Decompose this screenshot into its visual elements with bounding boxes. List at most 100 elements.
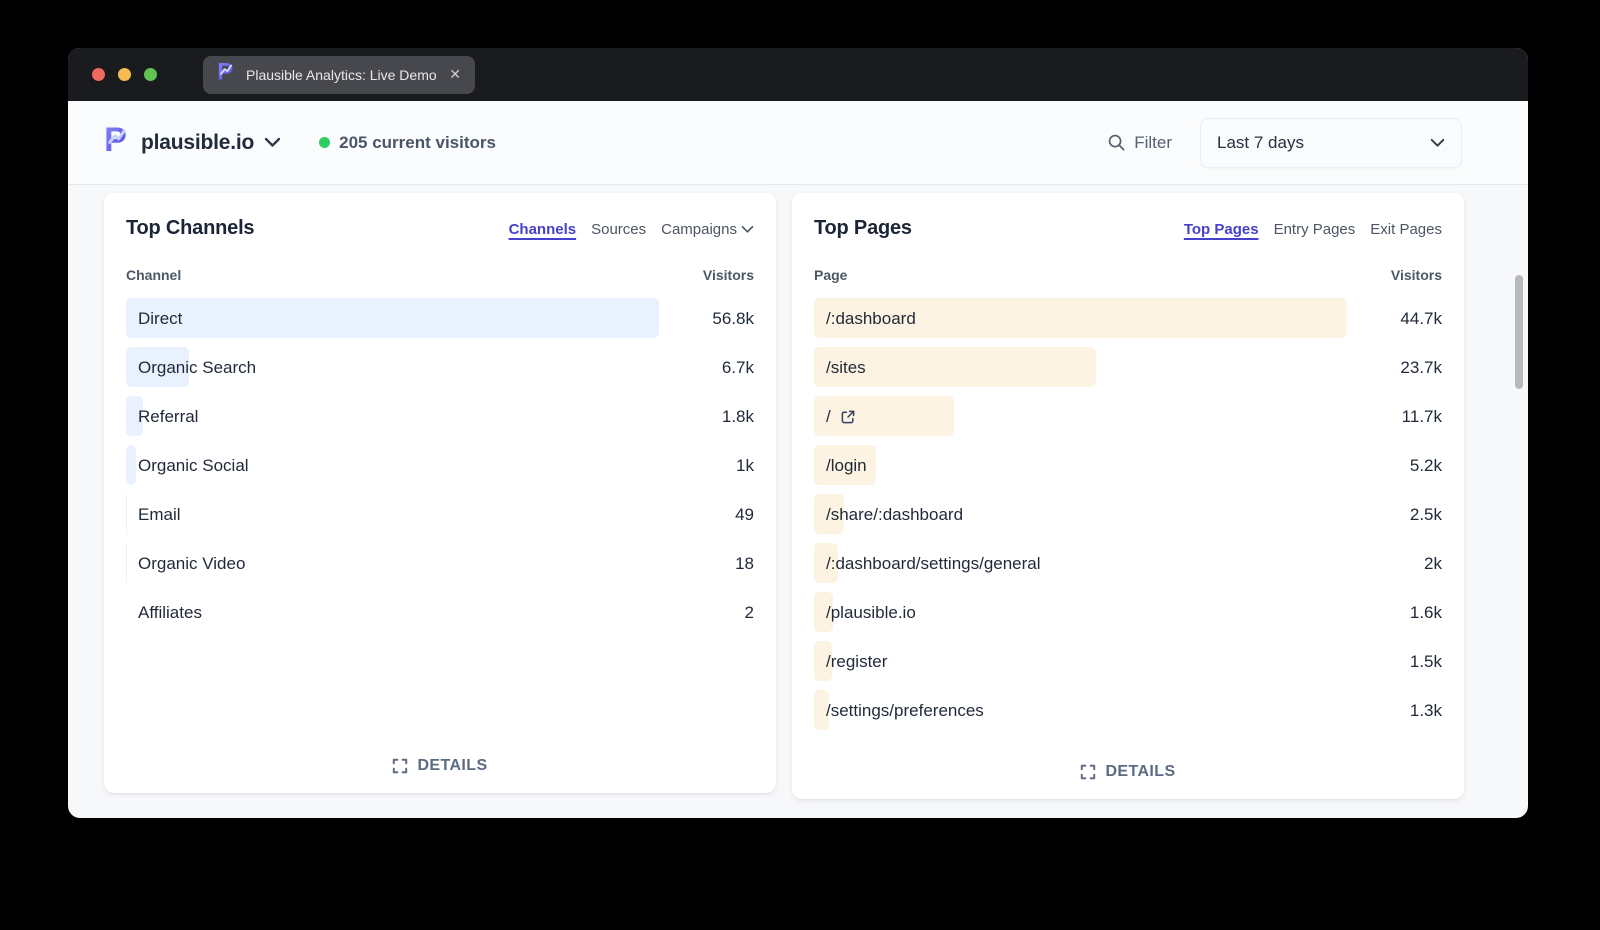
row-value: 23.7k — [1400, 358, 1442, 378]
tab-label: Channels — [509, 221, 577, 238]
column-header-visitors: Visitors — [1391, 267, 1442, 283]
browser-window: P Plausible Analytics: Live Demo ✕ P pla… — [68, 48, 1528, 818]
row-label: /login — [826, 456, 867, 476]
table-row[interactable]: /:dashboard 44.7k — [814, 294, 1442, 343]
row-value: 1.6k — [1410, 603, 1442, 623]
row-value: 1.3k — [1410, 701, 1442, 721]
tab-label: Exit Pages — [1370, 221, 1442, 238]
table-row[interactable]: /login 5.2k — [814, 441, 1442, 490]
table-row[interactable]: /:dashboard/settings/general 2k — [814, 539, 1442, 588]
column-header-page: Page — [814, 267, 847, 283]
window-zoom-button[interactable] — [144, 68, 157, 81]
row-value: 11.7k — [1402, 407, 1442, 427]
table-row[interactable]: /sites 23.7k — [814, 343, 1442, 392]
date-range-select[interactable]: Last 7 days — [1200, 118, 1462, 168]
row-label-text: /sites — [826, 358, 866, 378]
row-value: 6.7k — [722, 358, 754, 378]
chevron-down-icon — [741, 225, 754, 234]
browser-tab[interactable]: P Plausible Analytics: Live Demo ✕ — [203, 56, 475, 94]
row-label-text: Email — [138, 505, 181, 525]
panel-title: Top Pages — [814, 217, 912, 240]
row-value: 5.2k — [1410, 456, 1442, 476]
details-label: DETAILS — [417, 757, 487, 775]
table-row[interactable]: Referral 1.8k — [126, 392, 754, 441]
pages-details-button[interactable]: DETAILS — [792, 763, 1464, 781]
channels-details-button[interactable]: DETAILS — [104, 757, 776, 775]
row-label: Organic Video — [138, 554, 245, 574]
site-switcher[interactable]: P plausible.io — [104, 123, 281, 162]
row-label-text: / — [826, 407, 831, 427]
tab-campaigns[interactable]: Campaigns — [661, 221, 754, 238]
table-row[interactable]: /plausible.io1.6k — [814, 588, 1442, 637]
tab-label: Campaigns — [661, 221, 737, 238]
row-label: /:dashboard/settings/general — [826, 554, 1041, 574]
column-header-visitors: Visitors — [703, 267, 754, 283]
row-bar — [126, 298, 659, 338]
current-visitors-label: 205 current visitors — [339, 133, 496, 153]
tab-title: Plausible Analytics: Live Demo — [246, 67, 437, 83]
svg-text:P: P — [217, 60, 233, 84]
row-value: 49 — [735, 505, 754, 525]
expand-icon — [392, 758, 408, 774]
row-label-text: Affiliates — [138, 603, 202, 623]
table-row[interactable]: Affiliates 2 — [126, 588, 754, 637]
tab-top-pages[interactable]: Top Pages — [1184, 221, 1259, 238]
row-value: 2k — [1424, 554, 1442, 574]
row-value: 1.5k — [1410, 652, 1442, 672]
external-link-icon[interactable] — [840, 409, 856, 425]
tab-channels[interactable]: Channels — [509, 221, 577, 238]
row-label-text: /register — [826, 652, 887, 672]
column-header-channel: Channel — [126, 267, 181, 283]
tab-sources[interactable]: Sources — [591, 221, 646, 238]
tab-close-icon[interactable]: ✕ — [449, 66, 461, 83]
expand-icon — [1080, 764, 1096, 780]
site-name: plausible.io — [141, 131, 254, 155]
search-icon — [1107, 133, 1126, 152]
tab-label: Top Pages — [1184, 221, 1259, 238]
svg-text:P: P — [104, 123, 127, 157]
table-row[interactable]: Direct56.8k — [126, 294, 754, 343]
row-label-text: /:dashboard — [826, 309, 916, 329]
row-value: 2 — [745, 603, 754, 623]
table-row[interactable]: /register 1.5k — [814, 637, 1442, 686]
row-label: / — [826, 407, 856, 427]
tab-label: Entry Pages — [1274, 221, 1356, 238]
row-label-text: Organic Search — [138, 358, 256, 378]
details-label: DETAILS — [1105, 763, 1175, 781]
dashboard-header: P plausible.io 205 current visitors Filt… — [68, 101, 1528, 185]
current-visitors-button[interactable]: 205 current visitors — [319, 133, 496, 153]
row-value: 44.7k — [1400, 309, 1442, 329]
table-row[interactable]: / 11.7k — [814, 392, 1442, 441]
scrollbar-thumb[interactable] — [1515, 275, 1523, 389]
table-row[interactable]: Email 49 — [126, 490, 754, 539]
table-row[interactable]: Organic Search 6.7k — [126, 343, 754, 392]
table-row[interactable]: /settings/preferences 1.3k — [814, 686, 1442, 735]
row-value: 2.5k — [1410, 505, 1442, 525]
table-row[interactable]: /share/:dashboard2.5k — [814, 490, 1442, 539]
chevron-down-icon — [264, 137, 281, 148]
row-label: Organic Search — [138, 358, 256, 378]
tab-entry-pages[interactable]: Entry Pages — [1274, 221, 1356, 238]
top-channels-panel: Top Channels ChannelsSourcesCampaigns Ch… — [104, 193, 776, 793]
plausible-favicon-icon: P — [217, 60, 236, 89]
filter-button[interactable]: Filter — [1107, 133, 1172, 153]
window-close-button[interactable] — [92, 68, 105, 81]
window-minimize-button[interactable] — [118, 68, 131, 81]
pages-tab-group: Top Pages Entry Pages Exit Pages — [1184, 221, 1442, 238]
row-label: Referral — [138, 407, 198, 427]
chevron-down-icon — [1430, 138, 1445, 148]
dashboard-main: Top Channels ChannelsSourcesCampaigns Ch… — [68, 185, 1528, 799]
row-value: 18 — [735, 554, 754, 574]
row-label: /settings/preferences — [826, 701, 984, 721]
row-label-text: /login — [826, 456, 867, 476]
tab-exit-pages[interactable]: Exit Pages — [1370, 221, 1442, 238]
tab-label: Sources — [591, 221, 646, 238]
row-value: 1.8k — [722, 407, 754, 427]
row-label: Affiliates — [138, 603, 202, 623]
table-row[interactable]: Organic Video 18 — [126, 539, 754, 588]
table-row[interactable]: Organic Social1k — [126, 441, 754, 490]
row-label-text: Organic Video — [138, 554, 245, 574]
browser-tab-bar: P Plausible Analytics: Live Demo ✕ — [68, 48, 1528, 101]
row-label: /register — [826, 652, 887, 672]
row-label: Email — [138, 505, 181, 525]
